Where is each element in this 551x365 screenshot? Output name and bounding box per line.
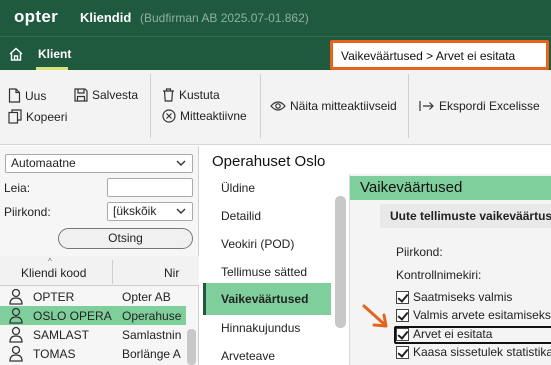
new-button[interactable]: Uus — [8, 88, 46, 103]
column-name[interactable]: Nir — [164, 266, 179, 280]
copy-button[interactable]: Kopeeri — [8, 109, 67, 124]
checklist-label: Kontrollnimekiri: — [396, 268, 482, 282]
save-button[interactable]: Salvesta — [74, 88, 138, 102]
column-client-code[interactable]: Kliendi kood — [21, 266, 86, 280]
inactive-button[interactable]: Mitteaktiivne — [162, 109, 247, 123]
table-row[interactable]: OPTER Opter AB — [0, 287, 186, 306]
firm-label: (Budfirman AB 2025.07-01.862) — [140, 11, 309, 25]
person-icon — [9, 307, 23, 324]
home-icon[interactable] — [8, 46, 24, 62]
client-search-panel: Automaatne Leia: Piirkond: [ükskõik Otsi… — [0, 146, 199, 365]
export-label: Ekspordi Excelisse — [439, 99, 540, 113]
tab-klient[interactable]: Klient — [38, 47, 71, 61]
person-icon — [9, 326, 23, 343]
show-inactive-button[interactable]: Näita mitteaktiivseid — [270, 99, 397, 113]
settings-search-value: Vaikeväärtused > Arvet ei esitata — [341, 49, 516, 63]
delete-label: Kustuta — [179, 88, 220, 102]
search-button[interactable]: Otsing — [58, 228, 193, 249]
checkbox-ready-to-send[interactable]: Saatmiseks valmis — [396, 290, 512, 304]
nav-item-invoice-info[interactable]: Arveteave — [221, 349, 275, 363]
table-row[interactable]: OSLO OPERA Operahuset — [0, 306, 186, 325]
column-divider[interactable] — [112, 260, 113, 284]
find-label: Leia: — [4, 181, 31, 195]
right-district-label: Piirkond: — [396, 245, 443, 259]
checkbox-label: Saatmiseks valmis — [413, 290, 513, 304]
copy-label: Kopeeri — [26, 109, 68, 124]
person-icon — [9, 288, 23, 305]
checkbox-label: Kaasa sissetulek statistika — [413, 345, 551, 359]
save-icon — [74, 88, 88, 102]
client-name: Samlastnin — [122, 328, 182, 342]
settings-nav: Üldine Detailid Veokiri (POD) Tellimuse … — [203, 174, 350, 365]
client-title: Operahuset Oslo — [212, 153, 326, 170]
table-row[interactable]: SAMLAST Samlastnin — [0, 325, 186, 344]
district-select[interactable]: [ükskõik — [107, 202, 193, 221]
sort-caret-icon: ^ — [48, 257, 52, 266]
toolbar: Uus Salvesta Kopeeri Kustuta Mitteaktiiv… — [0, 70, 551, 145]
chevron-down-icon — [176, 208, 186, 214]
find-input[interactable] — [107, 178, 193, 197]
active-nav-indicator — [203, 283, 206, 315]
nav-item-order-settings[interactable]: Tellimuse sätted — [221, 265, 307, 279]
save-label: Salvesta — [92, 88, 139, 102]
nav-item-pod[interactable]: Veokiri (POD) — [221, 237, 294, 251]
client-code: OSLO OPERA — [33, 309, 112, 323]
opter-logo: opter — [14, 7, 58, 26]
toolbar-divider — [150, 74, 151, 138]
mode-select-value: Automaatne — [11, 156, 76, 170]
defaults-subtitle: Uute tellimuste vaikeväärtuse — [380, 204, 551, 228]
client-name: Opter AB — [122, 290, 171, 304]
checkbox-ready-for-invoicing[interactable]: Valmis arvete esitamiseks — [396, 308, 551, 322]
toolbar-divider — [408, 74, 409, 138]
settings-nav-scrollbar[interactable] — [335, 196, 346, 328]
pointer-arrow-icon — [362, 304, 388, 328]
nav-item-general[interactable]: Üldine — [221, 181, 255, 195]
nav-bar: Klient Vaikeväärtused > Arvet ei esitata — [0, 36, 551, 70]
checkbox-checked[interactable] — [396, 308, 409, 322]
top-bar: opter Kliendid (Budfirman AB 2025.07-01.… — [0, 0, 551, 36]
mode-select[interactable]: Automaatne — [5, 154, 193, 173]
eye-icon — [270, 101, 286, 111]
toolbar-divider — [260, 74, 261, 138]
client-list-scrollbar[interactable] — [187, 329, 196, 365]
checkbox-label: Valmis arvete esitamiseks — [413, 308, 551, 322]
table-row[interactable]: TOMAS Borlänge A — [0, 344, 186, 363]
copy-icon — [8, 109, 22, 124]
district-select-value: [ükskõik — [113, 204, 157, 218]
inactive-x-icon — [162, 109, 176, 123]
nav-item-pricing[interactable]: Hinnakujundus — [221, 321, 300, 335]
client-grid-header: ^ Kliendi kood Nir — [0, 256, 199, 286]
new-label: Uus — [25, 88, 47, 103]
client-code: TOMAS — [33, 347, 76, 361]
client-name: Operahuset — [122, 309, 182, 323]
nav-item-details[interactable]: Detailid — [221, 209, 261, 223]
app-title: Kliendid — [80, 10, 132, 25]
checkbox-include-statistics[interactable]: Kaasa sissetulek statistika — [396, 345, 551, 359]
nav-item-defaults[interactable]: Vaikeväärtused — [203, 283, 331, 315]
export-arrow-icon — [419, 101, 434, 111]
settings-search-input[interactable]: Vaikeväärtused > Arvet ei esitata — [330, 40, 549, 70]
chevron-down-icon — [176, 160, 186, 166]
district-label: Piirkond: — [4, 205, 51, 219]
new-document-icon — [8, 88, 21, 103]
highlight-frame — [394, 326, 551, 344]
trash-icon — [163, 88, 174, 102]
delete-button[interactable]: Kustuta — [162, 88, 220, 102]
client-code: OPTER — [33, 290, 75, 304]
client-code: SAMLAST — [33, 328, 90, 342]
nav-item-defaults-label: Vaikeväärtused — [221, 292, 309, 306]
show-inactive-label: Näita mitteaktiivseid — [290, 99, 397, 113]
checkbox-checked[interactable] — [396, 345, 409, 359]
export-excel-button[interactable]: Ekspordi Excelisse — [419, 99, 540, 113]
defaults-title: Vaikeväärtused — [350, 176, 551, 200]
client-name: Borlänge A — [122, 347, 181, 361]
inactive-label: Mitteaktiivne — [180, 109, 247, 123]
person-icon — [9, 345, 23, 362]
checkbox-checked[interactable] — [396, 290, 409, 304]
